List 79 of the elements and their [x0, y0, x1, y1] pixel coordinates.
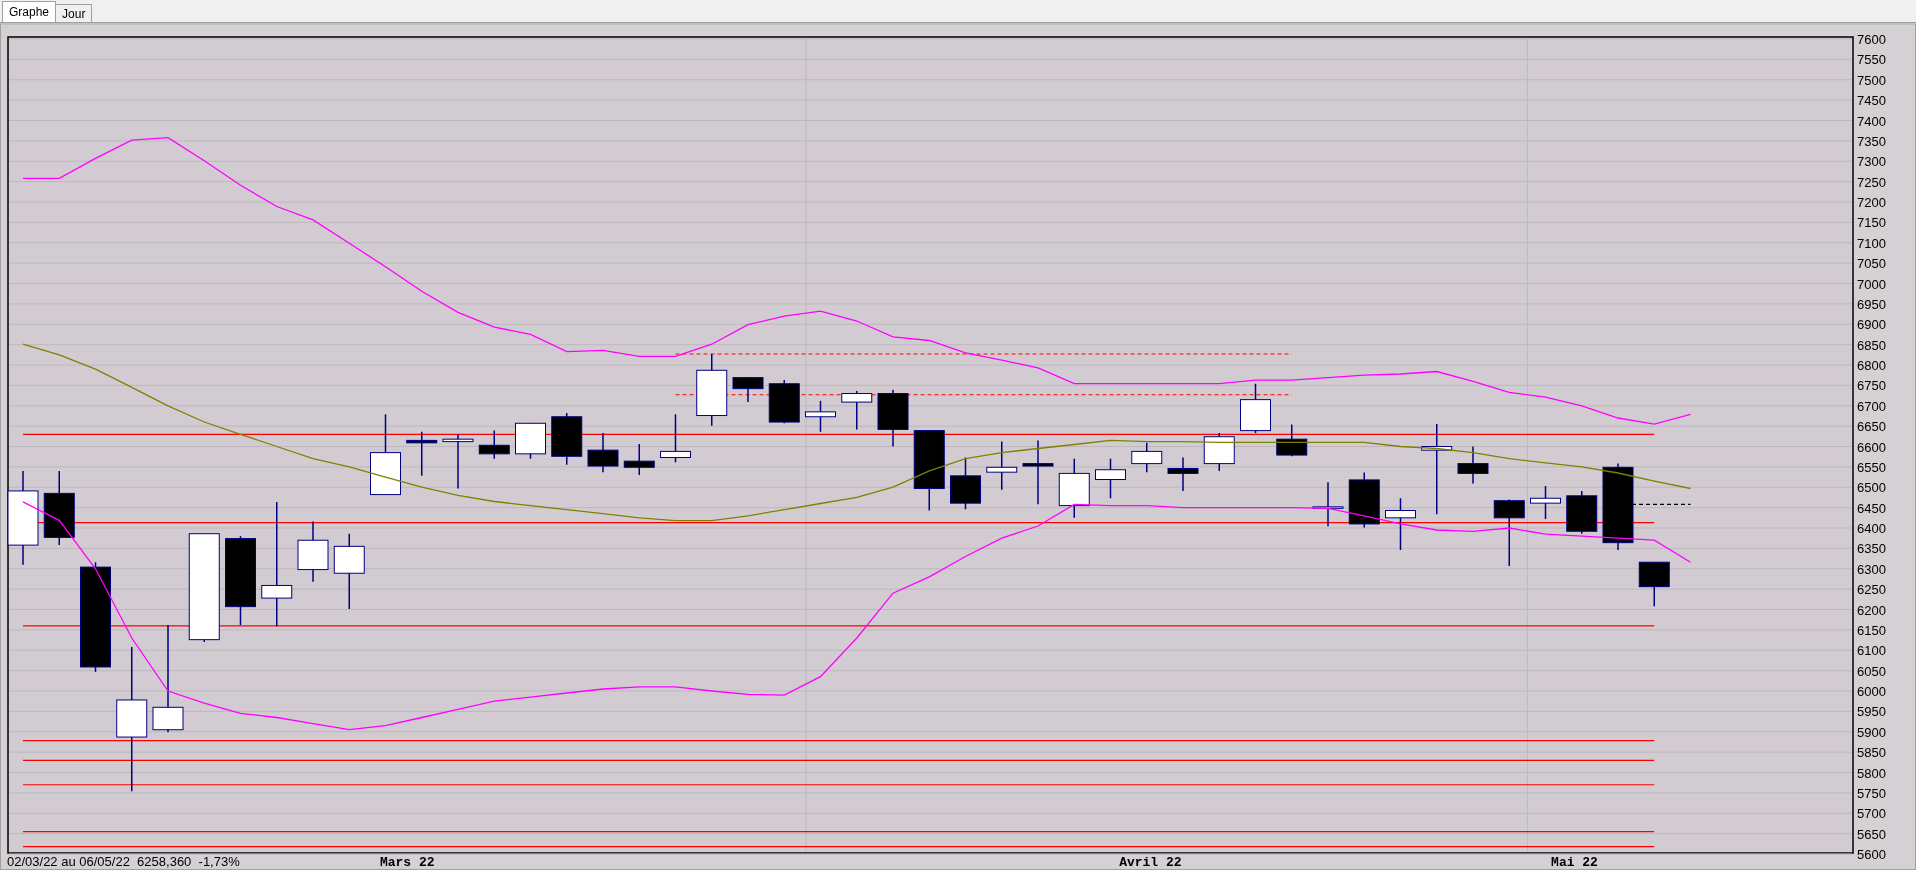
candle [478, 429, 510, 460]
axis-label: Mai 22 [1551, 855, 1598, 869]
candle [1095, 458, 1126, 499]
candle [732, 376, 764, 403]
candle [986, 440, 1018, 491]
axis-label: 6400 [1857, 521, 1886, 536]
candle [768, 379, 800, 424]
axis-label: 6300 [1857, 561, 1886, 577]
axis-label: 7050 [1857, 256, 1886, 272]
axis-label: 5850 [1857, 745, 1886, 761]
axis-label: 6950 [1857, 296, 1886, 312]
axis-label: 6850 [1857, 337, 1886, 353]
axis-label: 7200 [1857, 195, 1886, 210]
axis-label: 7500 [1857, 72, 1886, 88]
axis-label: 6100 [1857, 643, 1886, 659]
axis-label: 5950 [1857, 704, 1886, 720]
axis-label: 5800 [1857, 765, 1886, 781]
candle [841, 390, 873, 431]
axis-label: 6050 [1857, 663, 1886, 679]
candle [1385, 497, 1416, 551]
axis-label: 7000 [1857, 276, 1886, 292]
candle [1203, 432, 1235, 472]
axis-label: 6600 [1857, 439, 1886, 455]
candle [1566, 490, 1598, 535]
candle [515, 422, 546, 460]
candle [551, 412, 583, 466]
axis-label: 5900 [1857, 724, 1886, 740]
candle [877, 389, 909, 448]
candle [805, 400, 836, 433]
axis-label: 6000 [1857, 684, 1886, 699]
candle [1276, 423, 1308, 458]
axis-label: Avril 22 [1119, 855, 1182, 869]
axis-label: 7250 [1857, 174, 1886, 190]
candle [1493, 498, 1525, 567]
tab[interactable]: Jour [55, 4, 93, 22]
axis-label: 6900 [1857, 317, 1886, 333]
tab[interactable]: Graphe [2, 1, 57, 22]
axis-label: 6500 [1857, 480, 1886, 496]
axis-label: Mars 22 [379, 855, 435, 869]
period-summary: 02/03/22 au 06/05/22 6258,360 -1,73% [7, 854, 240, 869]
candle [406, 431, 438, 477]
axis-label: 7400 [1857, 113, 1886, 129]
axis-label: 6700 [1857, 398, 1886, 414]
axis-label: 6150 [1857, 622, 1886, 638]
axis-label: 7150 [1857, 215, 1886, 231]
candle [1530, 485, 1561, 520]
candle [1022, 439, 1054, 506]
candle [1312, 481, 1344, 528]
axis-label: 7550 [1857, 52, 1886, 68]
axis-label: 5700 [1857, 806, 1886, 822]
axis-label: 7600 [1857, 32, 1886, 47]
candle [1457, 445, 1489, 485]
candle [1240, 383, 1271, 434]
axis-label: 6350 [1857, 541, 1886, 557]
axis-label: 6650 [1857, 419, 1886, 435]
axis-label: 6800 [1857, 358, 1886, 373]
candle [950, 456, 981, 510]
candle [1348, 471, 1380, 529]
candle [623, 443, 655, 476]
candle [1058, 458, 1090, 519]
axis-label: 6450 [1857, 500, 1886, 516]
axis-label: 5650 [1857, 826, 1886, 842]
axis-label: 7100 [1857, 235, 1886, 251]
axis-label: 5600 [1857, 847, 1886, 862]
axis-label: 7300 [1857, 154, 1886, 170]
axis-label: 7450 [1857, 93, 1886, 109]
candle [1131, 442, 1163, 473]
axis-label: 6200 [1857, 602, 1886, 618]
axis-label: 7350 [1857, 133, 1886, 149]
candle [1638, 561, 1670, 607]
candle [587, 432, 619, 473]
axis-label: 6750 [1857, 378, 1886, 394]
axis-label: 5750 [1857, 785, 1886, 801]
candle [442, 433, 474, 490]
candle [1167, 456, 1199, 492]
candle [297, 520, 329, 583]
axis-label: 6250 [1857, 582, 1886, 598]
candle [660, 413, 691, 464]
axis-label: 6550 [1857, 459, 1886, 475]
